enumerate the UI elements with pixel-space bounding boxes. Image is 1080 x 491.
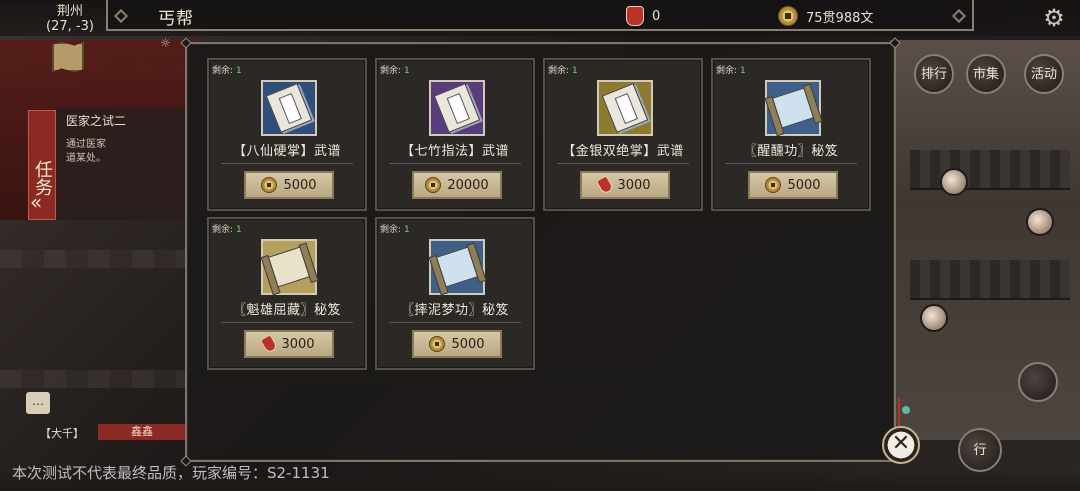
stock-count: 1 — [404, 225, 410, 235]
activity-button-label: 活动 — [1030, 66, 1057, 82]
item-divider — [389, 322, 521, 323]
location-display: 荆州 (27, -3) — [40, 4, 100, 34]
stock-line: 剩余: 1 — [716, 63, 746, 76]
martial-manual-book-icon — [597, 80, 653, 136]
travel-button[interactable]: 行 — [958, 428, 1002, 472]
buy-button[interactable]: 5000 — [244, 171, 334, 199]
coin-icon — [429, 336, 446, 352]
resource-money-value: 75贯988文 — [806, 10, 874, 26]
stock-count: 1 — [236, 66, 242, 76]
item-name: 【七竹指法】武谱 — [400, 144, 509, 159]
resource-bag: 0 — [626, 6, 660, 26]
secret-manual-scroll-icon — [765, 80, 821, 136]
shop-panel: 剩余: 1 【八仙硬掌】武谱 5000 剩余: 1 【七竹指法】武谱 20000 剩… — [180, 37, 901, 467]
npc-avatar[interactable] — [940, 168, 968, 196]
item-divider — [725, 163, 857, 164]
coin-icon — [261, 177, 278, 193]
resource-bag-value: 0 — [652, 8, 661, 24]
money-bag-icon — [626, 6, 644, 26]
rank-button-label: 排行 — [920, 66, 947, 82]
item-price: 20000 — [447, 177, 489, 193]
stock-count: 1 — [740, 66, 746, 76]
item-divider — [389, 163, 521, 164]
martial-manual-book-icon — [261, 80, 317, 136]
item-name: 【金银双绝掌】武谱 — [562, 144, 684, 159]
shop-item[interactable]: 剩余: 1 【八仙硬掌】武谱 5000 — [207, 58, 367, 211]
stock-line: 剩余: 1 — [548, 63, 578, 76]
quest-title: 医家之试二 — [66, 114, 127, 128]
stock-line: 剩余: 1 — [212, 222, 242, 235]
item-price: 3000 — [281, 336, 315, 352]
item-name: 〖醒醺功〗秘笈 — [743, 144, 839, 159]
money-bag-icon — [260, 334, 279, 354]
market-button-label: 市集 — [972, 66, 999, 82]
market-button[interactable]: 市集 — [966, 54, 1006, 94]
buy-button[interactable]: 5000 — [412, 330, 502, 358]
quest-desc-prefix: 通过医家 — [66, 139, 106, 150]
stock-label: 剩余: — [212, 225, 234, 235]
buy-button[interactable]: 3000 — [244, 330, 334, 358]
secret-manual-scroll-icon — [261, 239, 317, 295]
item-divider — [557, 163, 689, 164]
coin-icon — [425, 177, 442, 193]
stock-label: 剩余: — [212, 66, 234, 76]
npc-avatar[interactable] — [920, 304, 948, 332]
item-price: 5000 — [787, 177, 821, 193]
shop-item[interactable]: 剩余: 1 〖魁雄屈藏〗秘笈 3000 — [207, 217, 367, 370]
coin-icon — [765, 177, 782, 193]
item-name: 【八仙硬掌】武谱 — [232, 144, 341, 159]
stock-line: 剩余: 1 — [380, 222, 410, 235]
secret-manual-scroll-icon — [429, 239, 485, 295]
location-name: 荆州 — [56, 4, 83, 19]
resource-money: 75贯988文 — [778, 6, 873, 26]
sun-icon: ☼ — [160, 36, 171, 50]
item-divider — [221, 163, 353, 164]
stock-count: 1 — [404, 66, 410, 76]
item-price: 3000 — [617, 177, 651, 193]
stock-line: 剩余: 1 — [212, 63, 242, 76]
coin-icon — [778, 6, 798, 26]
travel-button-label: 行 — [973, 442, 987, 458]
buy-button[interactable]: 5000 — [748, 171, 838, 199]
shop-item-grid: 剩余: 1 【八仙硬掌】武谱 5000 剩余: 1 【七竹指法】武谱 20000 剩… — [207, 58, 871, 370]
item-name: 〖摔泥梦功〗秘笈 — [400, 303, 509, 318]
stock-label: 剩余: — [380, 225, 402, 235]
chat-name[interactable]: 鑫鑫 — [98, 424, 186, 440]
map-icon[interactable] — [52, 42, 84, 72]
item-name: 〖魁雄屈藏〗秘笈 — [232, 303, 341, 318]
stock-label: 剩余: — [716, 66, 738, 76]
chat-icon[interactable]: … — [26, 392, 50, 414]
shop-item[interactable]: 剩余: 1 【七竹指法】武谱 20000 — [375, 58, 535, 211]
character-button[interactable] — [1018, 362, 1058, 402]
stock-line: 剩余: 1 — [380, 63, 410, 76]
item-divider — [221, 322, 353, 323]
npc-avatar[interactable] — [1026, 208, 1054, 236]
panel-title: 丐帮 — [158, 9, 194, 29]
item-price: 5000 — [451, 336, 485, 352]
buy-button[interactable]: 3000 — [580, 171, 670, 199]
location-coords: (27, -3) — [46, 19, 94, 34]
watermark-text: 本次测试不代表最终品质，玩家编号：S2-1131 — [12, 464, 330, 482]
quest-desc-suffix: 道某处。 — [66, 153, 106, 164]
tassel-ornament — [898, 398, 910, 428]
buy-button[interactable]: 20000 — [412, 171, 502, 199]
activity-button[interactable]: 活动 — [1024, 54, 1064, 94]
close-button[interactable]: ✕ — [882, 426, 920, 464]
stock-label: 剩余: — [380, 66, 402, 76]
gear-icon[interactable]: ⚙ — [1042, 6, 1066, 30]
shop-item[interactable]: 剩余: 1 〖摔泥梦功〗秘笈 5000 — [375, 217, 535, 370]
stock-count: 1 — [236, 225, 242, 235]
quest-description: 通过医家 道某处。 — [66, 138, 176, 166]
stock-label: 剩余: — [548, 66, 570, 76]
stock-count: 1 — [572, 66, 578, 76]
shop-item[interactable]: 剩余: 1 〖醒醺功〗秘笈 5000 — [711, 58, 871, 211]
item-price: 5000 — [283, 177, 317, 193]
collapse-arrow-icon[interactable]: « — [30, 190, 42, 214]
rank-button[interactable]: 排行 — [914, 54, 954, 94]
chat-channel: 【大千】 — [40, 427, 84, 440]
shop-item[interactable]: 剩余: 1 【金银双绝掌】武谱 3000 — [543, 58, 703, 211]
money-bag-icon — [596, 175, 615, 195]
martial-manual-book-icon — [429, 80, 485, 136]
